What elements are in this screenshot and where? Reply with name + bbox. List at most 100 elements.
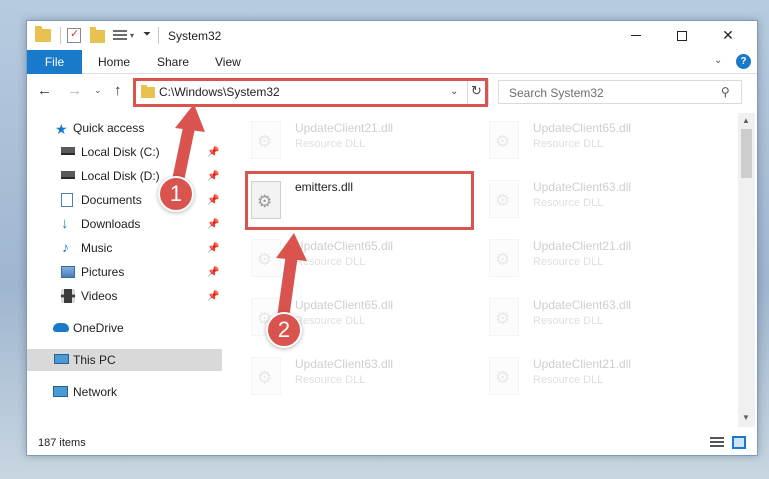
file-name: UpdateClient21.dll [295, 121, 394, 135]
highlight-address-box [133, 78, 488, 107]
sidebar-item-downloads[interactable]: ↓ Downloads 📌 [27, 213, 222, 235]
file-name: UpdateClient65.dll [295, 239, 394, 253]
pin-icon[interactable]: 📌 [207, 171, 219, 182]
sidebar-item-videos[interactable]: Videos 📌 [27, 285, 222, 307]
sidebar-item-local-disk-c[interactable]: Local Disk (C:) 📌 [27, 141, 222, 163]
file-type: Resource DLL [533, 315, 604, 327]
file-tile[interactable]: UpdateClient63.dll Resource DLL [483, 176, 713, 226]
dll-file-icon [489, 357, 519, 395]
sidebar-item-label: Quick access [73, 121, 145, 135]
help-icon[interactable]: ? [736, 54, 751, 69]
sidebar-item-pictures[interactable]: Pictures 📌 [27, 261, 222, 283]
chevron-down-icon[interactable]: ▾ [130, 31, 134, 48]
downloads-icon: ↓ [61, 215, 69, 232]
drive-icon [61, 147, 75, 155]
file-type: Resource DLL [533, 138, 604, 150]
sidebar-item-label: OneDrive [73, 321, 124, 335]
tab-file[interactable]: File [27, 50, 82, 74]
file-tile[interactable]: UpdateClient65.dll Resource DLL [245, 235, 475, 285]
back-arrow-icon[interactable]: ← [37, 82, 52, 99]
search-icon[interactable]: ⚲ [721, 85, 730, 99]
pin-icon[interactable]: 📌 [207, 267, 219, 278]
music-icon: ♪ [62, 239, 69, 255]
documents-icon [61, 193, 73, 207]
sidebar-item-this-pc[interactable]: This PC [27, 349, 222, 371]
properties-icon[interactable] [67, 27, 81, 43]
file-tile[interactable]: UpdateClient21.dll Resource DLL [483, 353, 713, 403]
file-type: Resource DLL [295, 374, 366, 386]
file-name: UpdateClient21.dll [533, 239, 632, 253]
minimize-button[interactable] [613, 21, 659, 50]
sidebar-item-local-disk-d[interactable]: Local Disk (D:) 📌 [27, 165, 222, 187]
folder-icon [35, 26, 51, 42]
maximize-button[interactable] [659, 21, 705, 50]
scrollbar-thumb[interactable] [741, 129, 752, 178]
title-bar: ▾ ⏷ System32 ✕ [27, 21, 757, 50]
scroll-down-icon[interactable]: ▼ [742, 413, 750, 422]
dll-file-icon [251, 239, 281, 277]
sidebar-item-label: Local Disk (D:) [81, 169, 160, 183]
sidebar-item-quick-access[interactable]: ★ Quick access [27, 117, 222, 139]
dll-file-icon [489, 298, 519, 336]
file-type: Resource DLL [295, 256, 366, 268]
search-input[interactable]: Search System32 ⚲ [498, 80, 742, 104]
maximize-icon [677, 30, 687, 41]
pin-icon[interactable]: 📌 [207, 195, 219, 206]
sidebar-item-network[interactable]: Network [27, 381, 222, 403]
dll-file-icon [251, 357, 281, 395]
sidebar-item-label: Downloads [81, 217, 141, 231]
vertical-scrollbar[interactable]: ▲ ▼ [738, 113, 755, 427]
pin-icon[interactable]: 📌 [207, 291, 219, 302]
highlight-file-box [245, 171, 474, 230]
file-name: UpdateClient63.dll [533, 180, 632, 194]
file-name: UpdateClient63.dll [533, 298, 632, 312]
ribbon: File Home Share View ⌄ ? [27, 50, 757, 74]
pin-icon[interactable]: 📌 [207, 219, 219, 230]
star-icon: ★ [55, 121, 68, 137]
sidebar-item-label: This PC [73, 353, 116, 367]
pictures-icon [61, 266, 75, 278]
videos-icon [61, 289, 75, 303]
dll-file-icon [489, 180, 519, 218]
close-button[interactable]: ✕ [705, 21, 751, 50]
file-tile[interactable]: UpdateClient63.dll Resource DLL [245, 353, 475, 403]
scroll-up-icon[interactable]: ▲ [742, 116, 750, 125]
file-tile[interactable]: UpdateClient65.dll Resource DLL [483, 117, 713, 167]
pin-icon[interactable]: 📌 [207, 243, 219, 254]
item-count: 187 items [38, 437, 86, 449]
sidebar-item-music[interactable]: ♪ Music 📌 [27, 237, 222, 259]
recent-locations-icon[interactable]: ⌄ [94, 85, 102, 96]
toolbar-divider [158, 27, 159, 44]
file-tile[interactable]: UpdateClient21.dll Resource DLL [483, 235, 713, 285]
tiles-view-icon[interactable] [732, 436, 746, 449]
step-badge-1: 1 [158, 176, 194, 212]
toolbar-divider [60, 27, 61, 44]
dll-file-icon [489, 121, 519, 159]
file-tile[interactable]: UpdateClient63.dll Resource DLL [483, 294, 713, 344]
pin-icon[interactable]: 📌 [207, 147, 219, 158]
tab-view[interactable]: View [215, 55, 241, 69]
navigation-pane: ★ Quick access Local Disk (C:) 📌 Local D… [27, 113, 222, 427]
file-list: UpdateClient21.dll Resource DLL UpdateCl… [223, 113, 738, 427]
forward-arrow-icon[interactable]: → [67, 82, 82, 99]
file-type: Resource DLL [295, 315, 366, 327]
new-folder-icon[interactable] [90, 27, 105, 43]
tab-share[interactable]: Share [157, 55, 189, 69]
file-tile[interactable]: UpdateClient21.dll Resource DLL [245, 117, 475, 167]
view-icon[interactable] [113, 30, 127, 42]
file-type: Resource DLL [295, 138, 366, 150]
drive-icon [61, 171, 75, 179]
details-view-icon[interactable] [710, 437, 724, 449]
file-type: Resource DLL [533, 374, 604, 386]
up-arrow-icon[interactable]: ↑ [114, 82, 122, 99]
expand-ribbon-icon[interactable]: ⌄ [714, 55, 722, 66]
step-badge-2: 2 [266, 312, 302, 348]
customize-toolbar-icon[interactable]: ⏷ [143, 29, 151, 46]
tab-home[interactable]: Home [98, 55, 130, 69]
window-title: System32 [168, 29, 222, 43]
sidebar-item-onedrive[interactable]: OneDrive [27, 317, 222, 339]
sidebar-item-label: Network [73, 385, 118, 399]
file-name: UpdateClient65.dll [533, 121, 632, 135]
sidebar-item-label: Local Disk (C:) [81, 145, 160, 159]
file-name: UpdateClient65.dll [295, 298, 394, 312]
